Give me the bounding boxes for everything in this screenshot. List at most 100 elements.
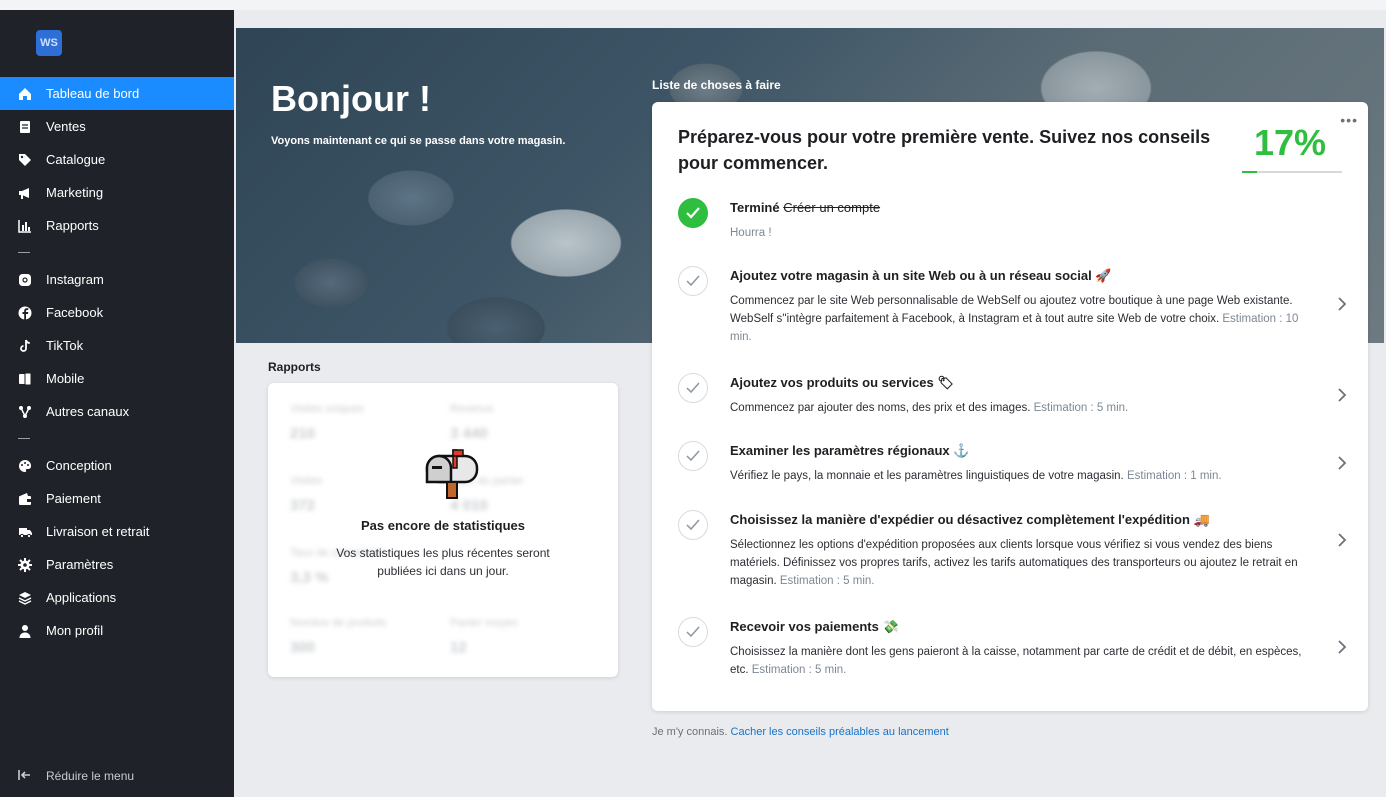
sidebar: WS Tableau de bord Ventes Catalogue Marketi… (0, 10, 234, 797)
share-icon (18, 405, 32, 419)
sidebar-item-label: Mobile (46, 371, 85, 386)
sidebar-item-label: Paramètres (46, 557, 114, 572)
collapse-icon (18, 769, 32, 784)
footer-text: Je m'y connais. (652, 726, 728, 738)
chevron-right-icon[interactable] (1337, 532, 1347, 553)
sidebar-nav: Tableau de bord Ventes Catalogue Marketing R… (0, 77, 234, 647)
task-estimate: Estimation : 5 min. (1033, 402, 1129, 414)
blurred-stat: Visites uniques 210 (290, 403, 364, 442)
blurred-stat: Visites 372 (290, 475, 323, 514)
gear-icon (18, 557, 32, 572)
task-title: Ajoutez votre magasin à un site Web ou à… (730, 268, 1112, 283)
check-icon (678, 441, 708, 471)
palette-icon (18, 459, 32, 473)
sidebar-item-megaphone[interactable]: Marketing (0, 176, 234, 209)
task-estimate: Estimation : 1 min. (1126, 470, 1222, 482)
todo-section-label: Liste de choses à faire (652, 78, 781, 92)
brand-logo[interactable]: WS (36, 30, 62, 56)
task-title: Terminé Créer un compte (730, 200, 880, 215)
sidebar-item-tag[interactable]: Catalogue (0, 143, 234, 176)
task-estimate: Estimation : 5 min. (779, 575, 875, 587)
blurred-stat: Panier moyen 12 (450, 617, 518, 656)
sidebar-item-truck[interactable]: Livraison et retrait (0, 515, 234, 548)
tag-icon (18, 153, 32, 167)
task-description-text: Vérifiez le pays, la monnaie et les para… (730, 470, 1124, 482)
home-icon (18, 87, 32, 101)
chevron-right-icon[interactable] (1337, 455, 1347, 476)
sidebar-item-label: Marketing (46, 185, 104, 200)
sidebar-item-instagram[interactable]: Instagram (0, 263, 234, 296)
check-icon (678, 266, 708, 296)
sidebar-item-facebook[interactable]: Facebook (0, 296, 234, 329)
sidebar-item-mobile[interactable]: Mobile (0, 362, 234, 395)
task-title: Ajoutez vos produits ou services 🏷 (730, 375, 954, 390)
hero-subtitle: Voyons maintenant ce qui se passe dans v… (271, 135, 566, 147)
sidebar-item-label: TikTok (46, 338, 84, 353)
collapse-menu-label: Réduire le menu (46, 769, 135, 783)
sidebar-item-wallet[interactable]: Paiement (0, 482, 234, 515)
progress-percentage: 17% (1254, 122, 1327, 163)
task-description-text: Commencez par le site Web personnalisabl… (730, 295, 1293, 325)
hide-tips-link[interactable]: Cacher les conseils préalables au lancem… (731, 726, 949, 738)
sidebar-item-label: Paiement (46, 491, 101, 506)
collapse-menu-button[interactable]: Réduire le menu (0, 765, 234, 787)
chevron-right-icon[interactable] (1337, 387, 1347, 408)
task-estimate: Hourra ! (730, 227, 772, 239)
main-content: Bonjour ! Voyons maintenant ce qui se pa… (234, 10, 1386, 797)
layers-icon (18, 591, 32, 605)
sidebar-item-bar-chart[interactable]: Rapports (0, 209, 234, 242)
footer-hint: Je m'y connais. Cacher les conseils préa… (652, 726, 949, 738)
task-description: Commencez par ajouter des noms, des prix… (730, 399, 1320, 417)
sidebar-item-receipt[interactable]: Ventes (0, 110, 234, 143)
reports-section-label: Rapports (268, 360, 321, 374)
sidebar-item-tiktok[interactable]: TikTok (0, 329, 234, 362)
sidebar-item-label: Catalogue (46, 152, 106, 167)
progress-bar (1242, 171, 1342, 173)
task-description: Choisissez la manière dont les gens paie… (730, 643, 1320, 679)
sidebar-item-label: Facebook (46, 305, 104, 320)
chevron-right-icon[interactable] (1337, 639, 1347, 660)
chevron-right-icon[interactable] (1337, 296, 1347, 317)
sidebar-item-share[interactable]: Autres canaux (0, 395, 234, 428)
sidebar-item-label: Conception (46, 458, 112, 473)
blurred-stat: Revenus 3 440 (450, 403, 494, 442)
receipt-icon (18, 120, 32, 134)
stats-empty-title: Pas encore de statistiques (360, 518, 525, 533)
sidebar-item-label: Autres canaux (46, 404, 130, 419)
facebook-icon (18, 306, 32, 320)
task-estimate: Estimation : 5 min. (751, 664, 847, 676)
mobile-icon (18, 372, 32, 386)
instagram-icon (18, 273, 32, 287)
wallet-icon (18, 492, 32, 506)
task-description: Hourra ! (730, 224, 1320, 242)
task-title-text: Créer un compte (783, 200, 881, 215)
page-title: Bonjour ! (271, 78, 431, 119)
sidebar-item-label: Applications (46, 590, 117, 605)
sidebar-item-label: Rapports (46, 218, 99, 233)
task-description: Sélectionnez les options d'expédition pr… (730, 536, 1320, 590)
stats-empty-text: Vos statistiques les plus récentes seron… (336, 546, 550, 578)
task-title: Recevoir vos paiements 💸 (730, 619, 899, 634)
task-description-text: Commencez par ajouter des noms, des prix… (730, 402, 1031, 414)
sidebar-item-gear[interactable]: Paramètres (0, 548, 234, 581)
check-icon (678, 617, 708, 647)
sidebar-item-layers[interactable]: Applications (0, 581, 234, 614)
blurred-stat: Nombre de produits 300 (290, 617, 387, 656)
todo-heading: Préparez-vous pour votre première vente.… (678, 127, 1211, 173)
check-icon (678, 198, 708, 228)
check-icon (678, 510, 708, 540)
sidebar-item-label: Tableau de bord (46, 86, 140, 101)
sidebar-item-label: Mon profil (46, 623, 104, 638)
nav-separator (18, 438, 30, 439)
task-title: Choisissez la manière d'expédier ou désa… (730, 512, 1210, 527)
task-title: Examiner les paramètres régionaux ⚓ (730, 443, 970, 458)
truck-icon (18, 525, 32, 539)
todo-card: ••• Préparez-vous pour votre première ve… (652, 102, 1368, 711)
sidebar-item-home[interactable]: Tableau de bord (0, 77, 234, 110)
sidebar-item-label: Ventes (46, 119, 86, 134)
reports-card: Visites uniques 210 Revenus 3 440 Visites 3… (268, 383, 618, 677)
check-icon (678, 373, 708, 403)
sidebar-item-user[interactable]: Mon profil (0, 614, 234, 647)
more-options-icon[interactable]: ••• (1340, 112, 1358, 128)
sidebar-item-palette[interactable]: Conception (0, 449, 234, 482)
